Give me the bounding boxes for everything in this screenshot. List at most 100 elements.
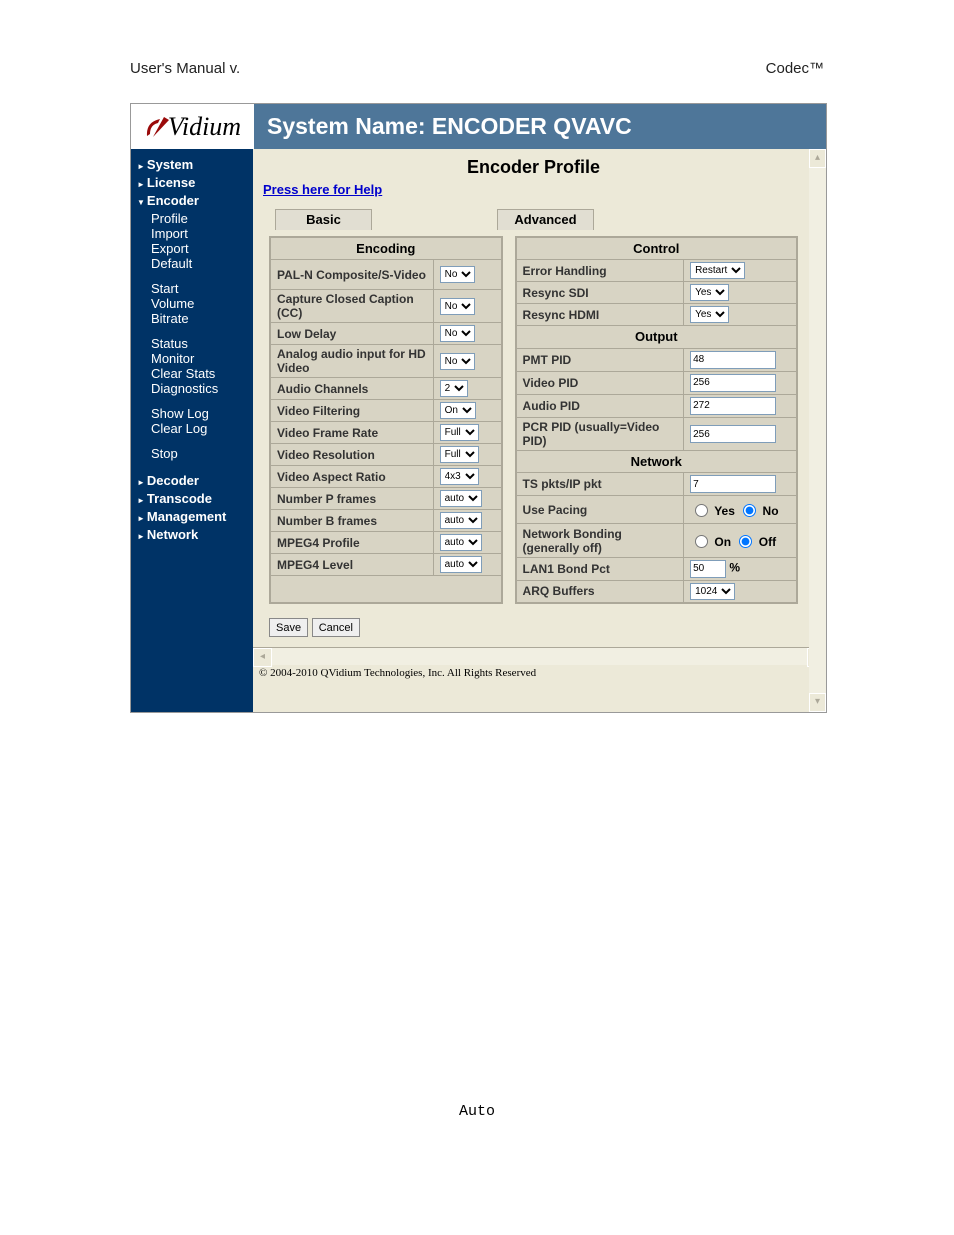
sidebar-item-network[interactable]: Network bbox=[131, 527, 253, 545]
sidebar-item-stop[interactable]: Stop bbox=[131, 446, 253, 461]
encoding-12-select[interactable]: auto bbox=[440, 556, 482, 573]
sidebar-item-decoder[interactable]: Decoder bbox=[131, 473, 253, 491]
encoding-label: PAL-N Composite/S-Video bbox=[270, 260, 433, 290]
encoding-label: Capture Closed Caption (CC) bbox=[270, 290, 433, 323]
scroll-up-icon[interactable]: ▴ bbox=[809, 149, 826, 168]
encoding-4-select[interactable]: 2 bbox=[440, 380, 468, 397]
sidebar: SystemLicenseEncoderProfileImportExportD… bbox=[131, 149, 253, 712]
output-0-input[interactable] bbox=[690, 351, 776, 369]
app-window: Vidium System Name: ENCODER QVAVC System… bbox=[130, 103, 827, 713]
network-header: Network bbox=[516, 451, 797, 473]
sidebar-item-clear-log[interactable]: Clear Log bbox=[131, 421, 253, 436]
encoding-1-select[interactable]: No bbox=[440, 298, 475, 315]
help-link[interactable]: Press here for Help bbox=[263, 182, 382, 197]
right-table: Control Error HandlingRestartResync SDIY… bbox=[515, 236, 798, 604]
encoding-9-select[interactable]: auto bbox=[440, 490, 482, 507]
control-1-select[interactable]: Yes bbox=[690, 284, 729, 301]
output-1-input[interactable] bbox=[690, 374, 776, 392]
encoding-label: Video Resolution bbox=[270, 444, 433, 466]
output-2-label: Audio PID bbox=[516, 394, 684, 417]
vertical-scrollbar[interactable]: ▴ ▾ bbox=[809, 149, 826, 712]
ts-pkts-label: TS pkts/IP pkt bbox=[516, 473, 684, 496]
sidebar-item-export[interactable]: Export bbox=[131, 241, 253, 256]
encoding-2-select[interactable]: No bbox=[440, 325, 475, 342]
sidebar-item-volume[interactable]: Volume bbox=[131, 296, 253, 311]
encoding-6-select[interactable]: Full bbox=[440, 424, 479, 441]
bonding-on-radio[interactable] bbox=[695, 535, 708, 548]
sidebar-item-start[interactable]: Start bbox=[131, 281, 253, 296]
sidebar-item-monitor[interactable]: Monitor bbox=[131, 351, 253, 366]
scroll-left-icon[interactable]: ◂ bbox=[253, 648, 272, 667]
tab-basic[interactable]: Basic bbox=[275, 209, 372, 230]
sidebar-item-system[interactable]: System bbox=[131, 157, 253, 175]
sidebar-item-status[interactable]: Status bbox=[131, 336, 253, 351]
encoding-label: MPEG4 Profile bbox=[270, 532, 433, 554]
encoding-label: Video Filtering bbox=[270, 400, 433, 422]
encoding-label: Low Delay bbox=[270, 323, 433, 345]
control-2-select[interactable]: Yes bbox=[690, 306, 729, 323]
encoding-0-select[interactable]: No bbox=[440, 266, 475, 283]
doc-header-right: Codec™ bbox=[766, 60, 824, 77]
horizontal-scrollbar[interactable]: ◂ ▸ bbox=[253, 647, 826, 665]
output-3-label: PCR PID (usually=Video PID) bbox=[516, 417, 684, 450]
sidebar-item-license[interactable]: License bbox=[131, 175, 253, 193]
encoding-10-select[interactable]: auto bbox=[440, 512, 482, 529]
encoding-3-select[interactable]: No bbox=[440, 353, 475, 370]
encoding-label: Number B frames bbox=[270, 510, 433, 532]
cancel-button[interactable]: Cancel bbox=[312, 618, 360, 637]
doc-footnote: Auto bbox=[0, 1103, 954, 1120]
output-0-label: PMT PID bbox=[516, 348, 684, 371]
bonding-off-radio[interactable] bbox=[739, 535, 752, 548]
save-button[interactable]: Save bbox=[269, 618, 308, 637]
scroll-down-icon[interactable]: ▾ bbox=[809, 693, 826, 712]
page-title: Encoder Profile bbox=[263, 157, 804, 178]
control-0-label: Error Handling bbox=[516, 260, 684, 282]
ts-pkts-input[interactable] bbox=[690, 475, 776, 493]
arq-buffers-label: ARQ Buffers bbox=[516, 580, 684, 603]
system-name-title: System Name: ENCODER QVAVC bbox=[255, 113, 632, 140]
lan1-input[interactable] bbox=[690, 560, 726, 578]
copyright: © 2004-2010 QVidium Technologies, Inc. A… bbox=[253, 665, 826, 681]
encoding-table: Encoding PAL-N Composite/S-Video No Captur… bbox=[269, 236, 503, 604]
pacing-no-radio[interactable] bbox=[743, 504, 756, 517]
sidebar-item-profile[interactable]: Profile bbox=[131, 211, 253, 226]
encoding-label: Video Aspect Ratio bbox=[270, 466, 433, 488]
lan1-unit: % bbox=[729, 560, 740, 574]
sidebar-item-encoder[interactable]: Encoder bbox=[131, 193, 253, 211]
doc-header-left: User's Manual v. bbox=[130, 60, 240, 77]
encoding-7-select[interactable]: Full bbox=[440, 446, 479, 463]
sidebar-item-clear-stats[interactable]: Clear Stats bbox=[131, 366, 253, 381]
pacing-yes-radio[interactable] bbox=[695, 504, 708, 517]
encoding-11-select[interactable]: auto bbox=[440, 534, 482, 551]
sidebar-item-diagnostics[interactable]: Diagnostics bbox=[131, 381, 253, 396]
arq-buffers-select[interactable]: 1024 bbox=[690, 583, 735, 600]
control-header: Control bbox=[516, 237, 797, 260]
encoding-label: MPEG4 Level bbox=[270, 554, 433, 576]
encoding-header: Encoding bbox=[270, 237, 502, 260]
sidebar-item-management[interactable]: Management bbox=[131, 509, 253, 527]
lan1-label: LAN1 Bond Pct bbox=[516, 557, 684, 580]
tab-advanced[interactable]: Advanced bbox=[497, 209, 594, 230]
encoding-label: Number P frames bbox=[270, 488, 433, 510]
sidebar-item-import[interactable]: Import bbox=[131, 226, 253, 241]
bonding-label: Network Bonding (generally off) bbox=[516, 524, 684, 557]
output-2-input[interactable] bbox=[690, 397, 776, 415]
content-pane: ▴ ▾ Encoder Profile Press here for Help … bbox=[253, 149, 826, 712]
logo-text: Vidium bbox=[168, 112, 241, 142]
encoding-5-select[interactable]: On bbox=[440, 402, 476, 419]
logo: Vidium bbox=[131, 104, 255, 149]
encoding-label: Video Frame Rate bbox=[270, 422, 433, 444]
sidebar-item-default[interactable]: Default bbox=[131, 256, 253, 271]
output-3-input[interactable] bbox=[690, 425, 776, 443]
output-1-label: Video PID bbox=[516, 371, 684, 394]
output-header: Output bbox=[516, 326, 797, 348]
encoding-8-select[interactable]: 4x3 bbox=[440, 468, 479, 485]
control-0-select[interactable]: Restart bbox=[690, 262, 745, 279]
encoding-label: Analog audio input for HD Video bbox=[270, 345, 433, 378]
title-bar: Vidium System Name: ENCODER QVAVC bbox=[131, 104, 826, 149]
logo-swoosh-icon bbox=[144, 114, 170, 140]
sidebar-item-bitrate[interactable]: Bitrate bbox=[131, 311, 253, 326]
encoding-label: Audio Channels bbox=[270, 378, 433, 400]
sidebar-item-show-log[interactable]: Show Log bbox=[131, 406, 253, 421]
sidebar-item-transcode[interactable]: Transcode bbox=[131, 491, 253, 509]
